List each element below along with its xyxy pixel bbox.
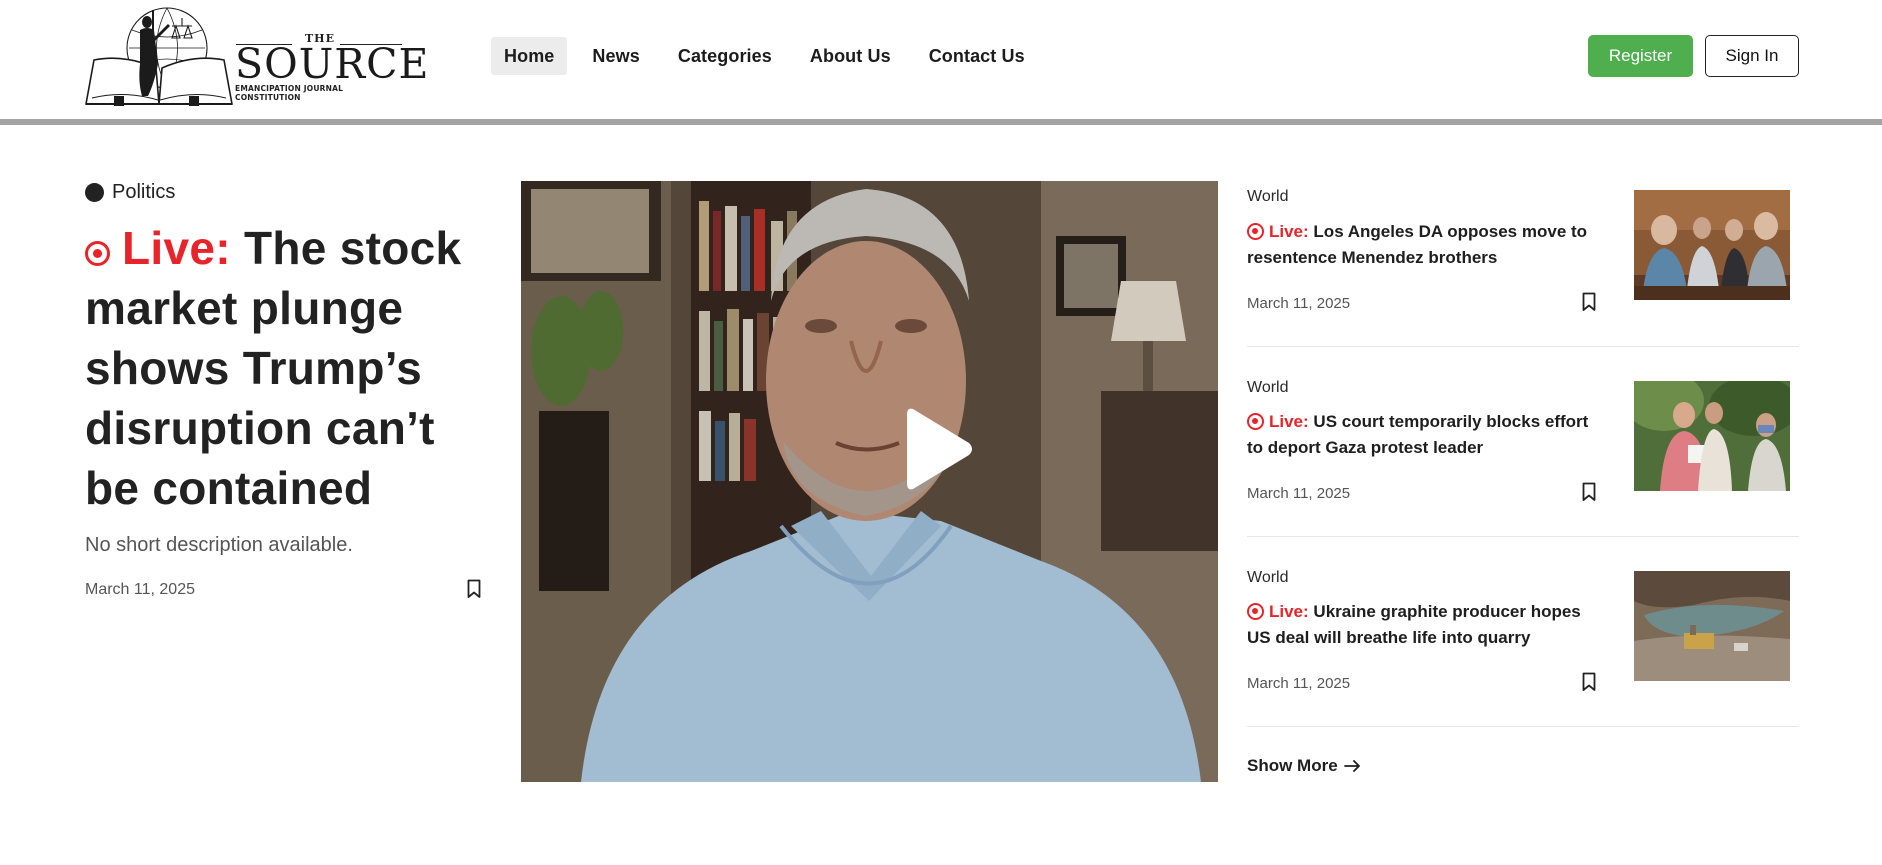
story-date: March 11, 2025 — [1247, 675, 1351, 692]
live-indicator-icon — [1247, 223, 1264, 240]
show-more-link[interactable]: Show More — [1247, 756, 1362, 776]
sign-in-button[interactable]: Sign In — [1705, 35, 1799, 77]
category-tag[interactable]: Politics — [85, 176, 495, 208]
live-indicator-icon — [85, 241, 110, 266]
story-category: World — [1247, 379, 1289, 396]
story-thumbnail[interactable] — [1634, 381, 1790, 491]
story-date: March 11, 2025 — [1247, 295, 1351, 312]
video-frame-image — [521, 181, 1218, 782]
story-item[interactable]: World Live: Los Angeles DA opposes move … — [1247, 178, 1799, 368]
story-divider — [1247, 726, 1799, 727]
story-item[interactable]: World Live: US court temporarily blocks … — [1247, 368, 1799, 558]
bookmark-icon[interactable] — [1581, 292, 1597, 312]
live-label: Live: — [1269, 412, 1309, 431]
nav-item-contact-us[interactable]: Contact Us — [916, 37, 1038, 75]
live-label: Live: — [1269, 602, 1309, 621]
show-more-label: Show More — [1247, 756, 1338, 775]
bookmark-icon[interactable] — [1581, 482, 1597, 502]
featured-description: No short description available. — [85, 534, 353, 556]
protest-image — [1634, 381, 1790, 491]
nav-item-home[interactable]: Home — [491, 37, 568, 75]
nav-item-news[interactable]: News — [579, 37, 652, 75]
category-label: Politics — [112, 180, 176, 203]
header-divider — [0, 119, 1882, 125]
logo-sub-text: EMANCIPATION JOURNAL CONSTITUTION — [235, 84, 344, 102]
featured-headline[interactable]: Live: The stock market plunge shows Trum… — [85, 218, 495, 518]
site-logo[interactable]: THE SOURCE EMANCIPATION JOURNAL CONSTITU… — [84, 4, 428, 108]
nav-item-about-us[interactable]: About Us — [797, 37, 904, 75]
live-indicator-icon — [1247, 413, 1264, 430]
play-icon[interactable] — [903, 403, 975, 495]
nav-item-categories[interactable]: Categories — [665, 37, 785, 75]
featured-video-player[interactable] — [521, 181, 1218, 782]
courtroom-image — [1634, 190, 1790, 300]
story-item[interactable]: World Live: Ukraine graphite producer ho… — [1247, 558, 1799, 748]
story-headline[interactable]: Live: Los Angeles DA opposes move to res… — [1247, 219, 1607, 271]
featured-article: Politics Live: The stock market plunge s… — [85, 176, 495, 598]
site-header: THE SOURCE EMANCIPATION JOURNAL CONSTITU… — [0, 0, 1882, 120]
story-thumbnail[interactable] — [1634, 190, 1790, 300]
featured-date: March 11, 2025 — [85, 581, 195, 598]
featured-meta: March 11, 2025 — [85, 577, 485, 605]
story-divider — [1247, 346, 1799, 347]
story-headline[interactable]: Live: US court temporarily blocks effort… — [1247, 409, 1607, 461]
logo-main-text: SOURCE — [235, 40, 430, 88]
arrow-right-icon — [1343, 760, 1360, 772]
justice-book-emblem-icon — [85, 7, 233, 106]
live-label: Live: — [122, 222, 231, 274]
story-date: March 11, 2025 — [1247, 485, 1351, 502]
main-nav: Home News Categories About Us Contact Us — [491, 37, 1038, 75]
bookmark-icon[interactable] — [1581, 672, 1597, 692]
quarry-image — [1634, 571, 1790, 681]
story-thumbnail[interactable] — [1634, 571, 1790, 681]
bookmark-icon[interactable] — [466, 579, 482, 599]
live-label: Live: — [1269, 222, 1309, 241]
story-divider — [1247, 536, 1799, 537]
story-category: World — [1247, 569, 1289, 586]
story-category: World — [1247, 188, 1289, 205]
story-headline[interactable]: Live: Ukraine graphite producer hopes US… — [1247, 599, 1607, 651]
register-button[interactable]: Register — [1588, 35, 1693, 77]
category-dot-icon — [85, 182, 104, 202]
live-indicator-icon — [1247, 603, 1264, 620]
